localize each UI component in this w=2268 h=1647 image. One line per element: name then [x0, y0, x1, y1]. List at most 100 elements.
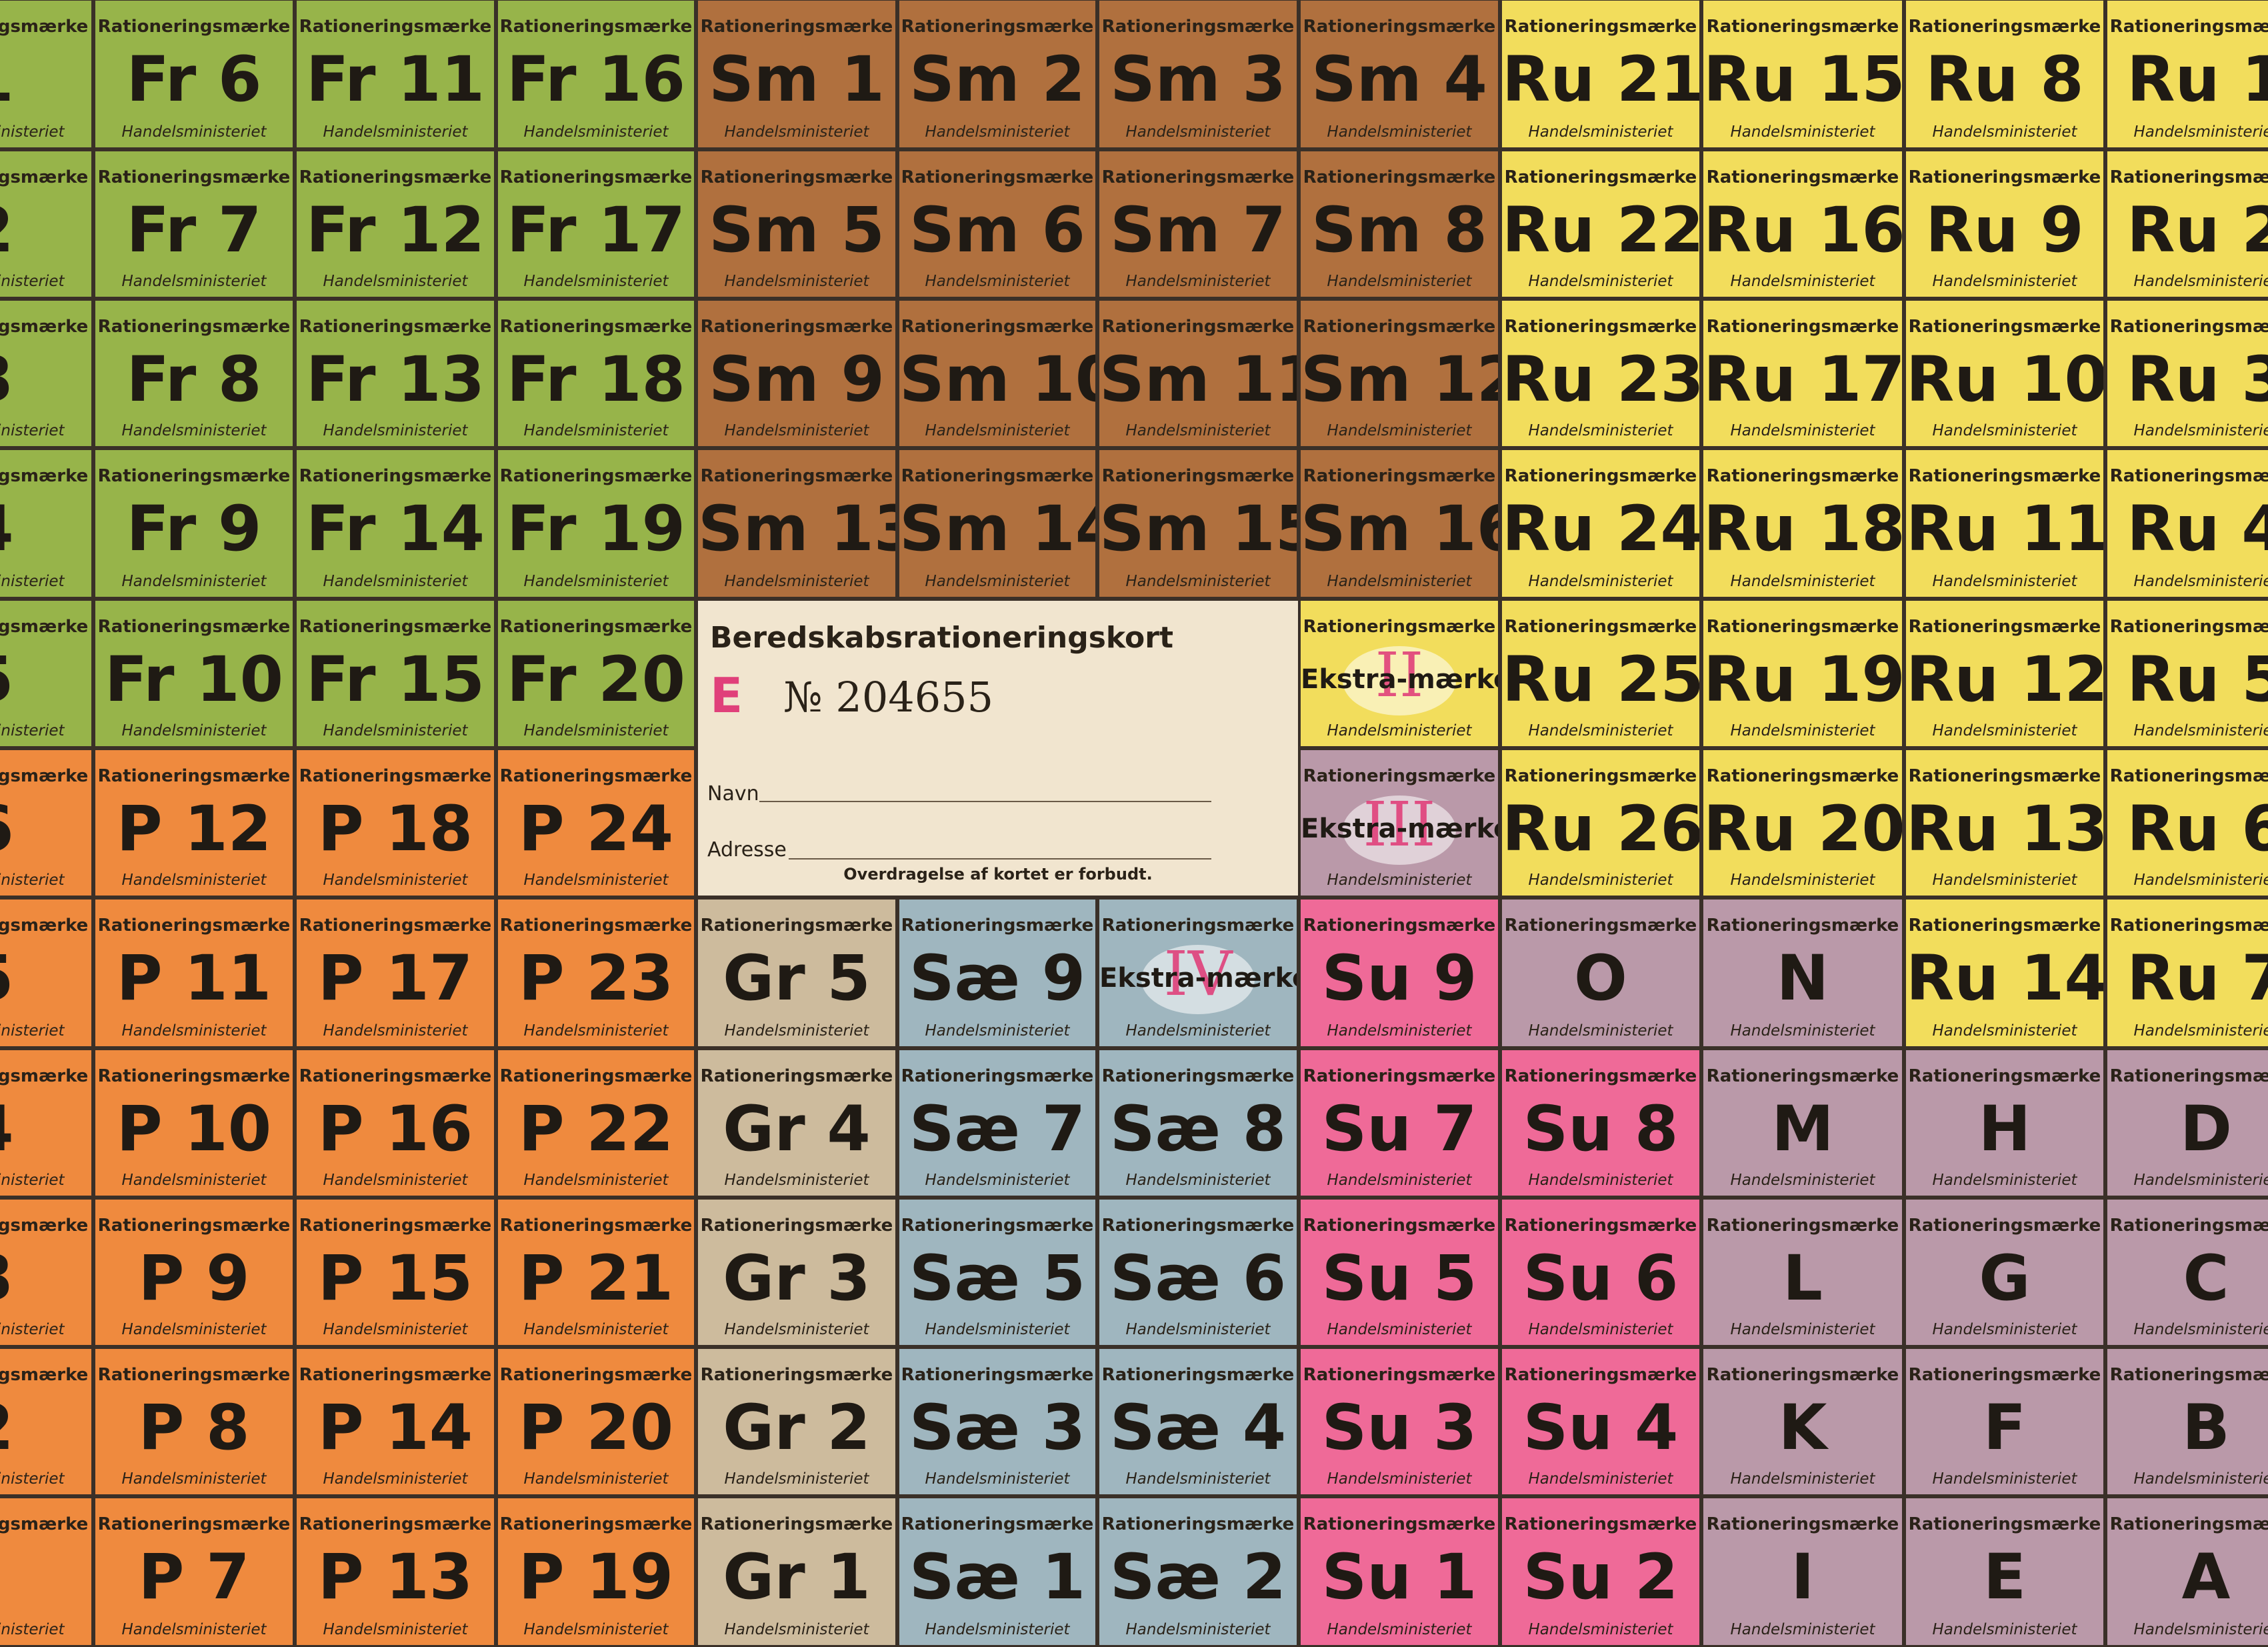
- stamp-footer: Handelsministeriet: [0, 273, 65, 290]
- stamp-footer: Handelsministeriet: [523, 1321, 669, 1338]
- stamp-code: 2: [0, 199, 91, 262]
- stamp-code: Gr 2: [723, 1392, 871, 1464]
- ration-stamp: Rationeringsmærke Fr 16 Handelsministeriet: [496, 0, 696, 149]
- stamp-footer: Handelsministeriet: [925, 573, 1070, 590]
- stamp-code: Ru 15: [1703, 43, 1904, 116]
- stamp-footer: Handelsministeriet: [1528, 1470, 1673, 1488]
- stamp-footer: Handelsministeriet: [323, 1172, 468, 1189]
- stamp-footer: Handelsministeriet: [523, 1022, 669, 1040]
- stamp-code: Sæ 9: [909, 942, 1086, 1015]
- stamp-code: P 9: [138, 1242, 250, 1315]
- stamp-code: Fr 18: [506, 343, 686, 416]
- stamp-header: Rationeringsmærke: [1706, 17, 1899, 37]
- ration-stamp: Rationeringsmærke Fr 18 Handelsministeriet: [496, 299, 696, 448]
- stamp-footer: Handelsministeriet: [0, 1172, 65, 1189]
- stamp-code: Fr 11: [305, 43, 485, 116]
- stamp-footer: Handelsministeriet: [1327, 1621, 1472, 1638]
- stamp-header: Rationeringsmærke: [299, 617, 492, 637]
- stamp-header: Rationeringsmærke: [700, 1216, 893, 1236]
- stamp-header: Rationeringsmærke: [1706, 1514, 1899, 1534]
- extra-ration-stamp: Rationeringsmærke II Ekstra-mærke Handelsmi…: [1299, 599, 1500, 748]
- stamp-code: Fr 13: [305, 343, 485, 416]
- stamp-footer: Handelsministeriet: [2133, 1621, 2268, 1638]
- stamp-header: Rationeringsmærke: [700, 1365, 893, 1385]
- ration-stamp: Rationeringsmærke 2 Handelsministeriet: [0, 1347, 93, 1496]
- ration-stamp: Rationeringsmærke Ru 7 Handelsministeriet: [2105, 898, 2268, 1048]
- stamp-footer: Handelsministeriet: [523, 722, 669, 739]
- stamp-footer: Handelsministeriet: [0, 422, 65, 439]
- stamp-code: Sm 3: [1110, 43, 1286, 116]
- stamp-header: Rationeringsmærke: [1101, 167, 1295, 187]
- stamp-code: Su 3: [1321, 1392, 1477, 1464]
- stamp-footer: Handelsministeriet: [121, 722, 267, 739]
- ration-stamp: Rationeringsmærke Sm 14 Handelsministeriet: [897, 448, 1097, 599]
- stamp-code: Gr 1: [723, 1541, 871, 1614]
- stamp-header: Rationeringsmærke: [299, 1216, 492, 1236]
- stamp-header: Rationeringsmærke: [700, 317, 893, 337]
- ration-stamp: Rationeringsmærke Sm 6 Handelsministeriet: [897, 149, 1097, 299]
- stamp-code: Sm 9: [709, 343, 885, 416]
- ration-stamp: Rationeringsmærke Sæ 9 Handelsministeriet: [897, 898, 1097, 1048]
- stamp-footer: Handelsministeriet: [1932, 1621, 2077, 1638]
- stamp-header: Rationeringsmærke: [700, 167, 893, 187]
- stamp-code: P 10: [116, 1093, 272, 1166]
- stamp-header: Rationeringsmærke: [97, 766, 291, 786]
- ration-stamp: Rationeringsmærke O Handelsministeriet: [1500, 898, 1701, 1048]
- ration-stamp: Rationeringsmærke Su 8 Handelsministeriet: [1500, 1048, 1701, 1198]
- stamp-header: Rationeringsmærke: [700, 1066, 893, 1086]
- stamp-footer: Handelsministeriet: [1528, 872, 1673, 889]
- ration-stamp: Rationeringsmærke Ru 3 Handelsministeriet: [2105, 299, 2268, 448]
- stamp-code: Ru 3: [2127, 343, 2268, 416]
- ration-stamp: Rationeringsmærke P 21 Handelsministeriet: [496, 1198, 696, 1347]
- stamp-code: Sm 15: [1099, 493, 1299, 565]
- ration-stamp: Rationeringsmærke K Handelsministeriet: [1701, 1347, 1904, 1496]
- stamp-header: Rationeringsmærke: [499, 167, 693, 187]
- ration-stamp: Rationeringsmærke 2 Handelsministeriet: [0, 149, 93, 299]
- extra-stamp-label: Ekstra-mærke: [1301, 664, 1500, 695]
- stamp-code: Fr 10: [104, 643, 284, 716]
- stamp-footer: Handelsministeriet: [2133, 722, 2268, 739]
- ration-stamp: Rationeringsmærke H Handelsministeriet: [1904, 1048, 2105, 1198]
- stamp-header: Rationeringsmærke: [1504, 1514, 1697, 1534]
- stamp-footer: Handelsministeriet: [1125, 1321, 1271, 1338]
- stamp-header: Rationeringsmærke: [1303, 617, 1496, 637]
- stamp-footer: Handelsministeriet: [925, 1470, 1070, 1488]
- ration-stamp: Rationeringsmærke P 17 Handelsministeriet: [295, 898, 496, 1048]
- ration-stamp: Rationeringsmærke 3 Handelsministeriet: [0, 1198, 93, 1347]
- stamp-header: Rationeringsmærke: [1908, 617, 2101, 637]
- stamp-footer: Handelsministeriet: [1327, 722, 1472, 739]
- stamp-header: Rationeringsmærke: [901, 1365, 1094, 1385]
- stamp-header: Rationeringsmærke: [299, 1365, 492, 1385]
- ration-stamp: Rationeringsmærke 4 Handelsministeriet: [0, 448, 93, 599]
- stamp-header: Rationeringsmærke: [901, 916, 1094, 936]
- ration-stamp: Rationeringsmærke P 14 Handelsministeriet: [295, 1347, 496, 1496]
- stamp-header: Rationeringsmærke: [1706, 317, 1899, 337]
- stamp-header: Rationeringsmærke: [901, 1216, 1094, 1236]
- stamp-footer: Handelsministeriet: [1125, 1022, 1271, 1040]
- ration-stamp: Rationeringsmærke Fr 9 Handelsministeriet: [93, 448, 295, 599]
- stamp-footer: Handelsministeriet: [1528, 422, 1673, 439]
- ration-stamp: Rationeringsmærke Sm 5 Handelsministeriet: [696, 149, 897, 299]
- ration-stamp: Rationeringsmærke Sæ 6 Handelsministeriet: [1097, 1198, 1299, 1347]
- stamp-footer: Handelsministeriet: [1528, 1022, 1673, 1040]
- stamp-header: Rationeringsmærke: [299, 317, 492, 337]
- stamp-footer: Handelsministeriet: [1327, 872, 1472, 889]
- stamp-code: Ru 20: [1703, 793, 1904, 866]
- stamp-code: Fr 20: [506, 643, 686, 716]
- stamp-header: Rationeringsmærke: [1504, 1365, 1697, 1385]
- stamp-header: Rationeringsmærke: [1504, 317, 1697, 337]
- stamp-header: Rationeringsmærke: [901, 167, 1094, 187]
- ration-stamp: Rationeringsmærke Fr 20 Handelsministeriet: [496, 599, 696, 748]
- stamp-code: Su 4: [1523, 1392, 1679, 1464]
- stamp-code: E: [1983, 1541, 2027, 1614]
- address-label: Adresse: [707, 838, 787, 862]
- stamp-header: Rationeringsmærke: [1101, 1066, 1295, 1086]
- ration-stamp: Rationeringsmærke Ru 26 Handelsministeriet: [1500, 748, 1701, 898]
- stamp-code: C: [2183, 1242, 2229, 1315]
- stamp-header: Rationeringsmærke: [1908, 1216, 2101, 1236]
- stamp-footer: Handelsministeriet: [523, 1621, 669, 1638]
- stamp-code: Sm 5: [709, 194, 885, 267]
- stamp-footer: Handelsministeriet: [1730, 872, 1875, 889]
- stamp-header: Rationeringsmærke: [1706, 167, 1899, 187]
- stamp-code: P 20: [518, 1392, 674, 1464]
